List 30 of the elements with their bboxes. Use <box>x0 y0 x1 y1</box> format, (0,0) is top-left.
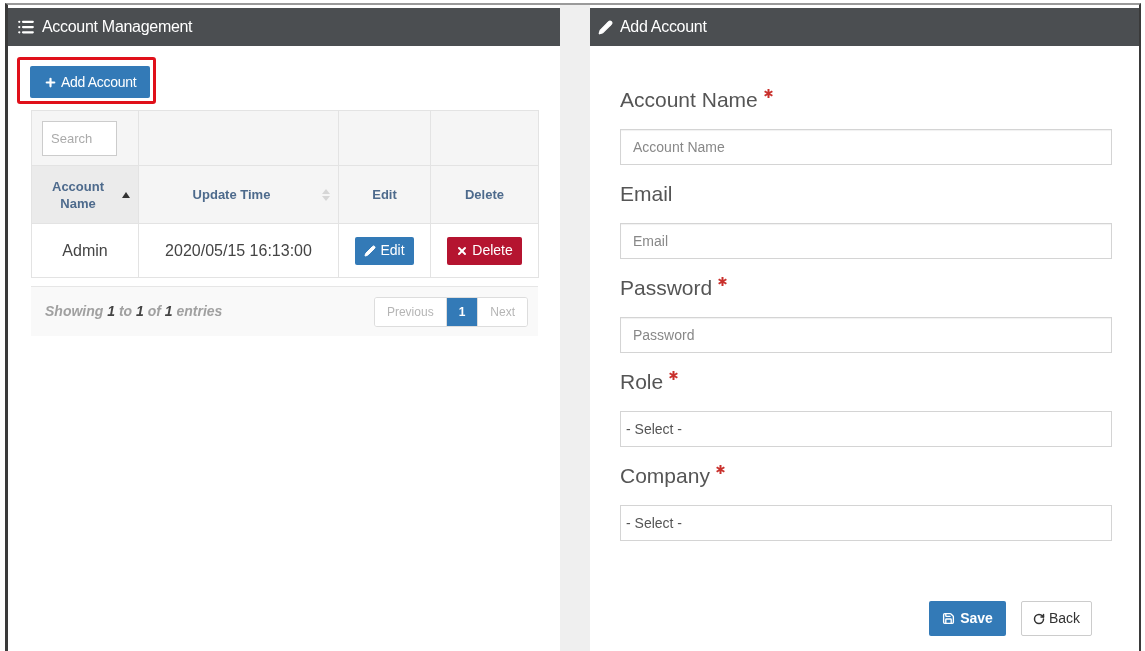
panel-title: Add Account <box>620 17 707 37</box>
field-label: Role <box>620 369 664 396</box>
field-label: Password <box>620 275 713 302</box>
save-button[interactable]: Save <box>929 601 1006 636</box>
back-button[interactable]: Back <box>1020 601 1092 636</box>
pencil-icon <box>364 244 377 257</box>
field-label: Email <box>620 181 673 208</box>
delete-button[interactable]: Delete <box>447 236 522 265</box>
text-field[interactable]: Account Name <box>620 129 1112 165</box>
add-account-button[interactable]: Add Account <box>30 66 151 98</box>
rotate-icon <box>1032 612 1045 625</box>
table-cell: Admin <box>62 241 108 259</box>
field-label: Company <box>620 463 710 490</box>
close-icon <box>456 244 469 257</box>
field-label: Account Name <box>620 87 758 114</box>
column-header: Edit <box>372 186 397 203</box>
plus-icon <box>44 75 57 89</box>
select-field[interactable]: - Select - <box>620 411 1112 447</box>
text-field[interactable]: Email <box>620 223 1112 259</box>
pencil-icon <box>598 19 613 35</box>
text-field[interactable]: Password <box>620 317 1112 353</box>
column-header: Delete <box>465 186 504 203</box>
search-field[interactable]: Search <box>42 120 117 156</box>
table-cell: 2020/05/15 16:13:00 <box>165 241 312 259</box>
entries-info: Showing 1 to 1 of 1 entries <box>45 302 223 321</box>
pagination-button[interactable]: 1 <box>445 297 478 326</box>
edit-button[interactable]: Edit <box>355 236 414 265</box>
select-field[interactable]: - Select - <box>620 505 1112 541</box>
panel-title: Account Management <box>42 17 193 37</box>
list-icon <box>17 18 35 36</box>
